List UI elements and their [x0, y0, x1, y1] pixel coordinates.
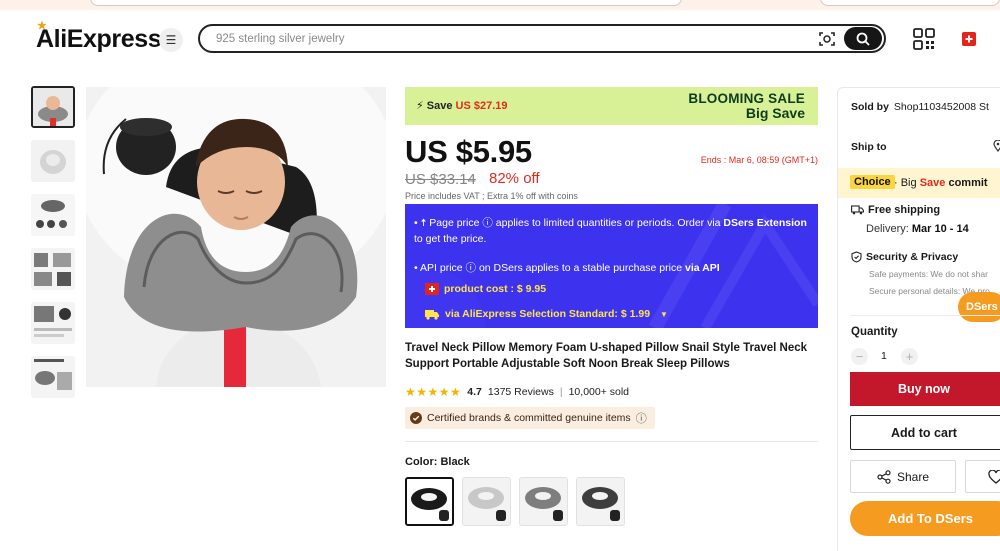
color-label: Color: Black [405, 456, 470, 468]
ship-to-label: Ship to [851, 141, 887, 153]
logo-star-icon: ★ [37, 20, 47, 32]
swatch-gray[interactable] [519, 477, 568, 526]
thumbnail[interactable] [31, 356, 75, 398]
add-to-dsers-button[interactable]: Add To DSers [850, 501, 1000, 536]
vat-note: Price includes VAT ; Extra 1% off with c… [405, 191, 578, 201]
promo-pill[interactable] [90, 0, 682, 6]
sold-by[interactable]: Sold by Shop1103452008 St [851, 101, 989, 113]
choice-banner[interactable]: Choice · Big Save commit [838, 168, 1000, 198]
truck-icon [851, 205, 864, 215]
divider [850, 315, 1000, 316]
thumbnail[interactable] [31, 140, 75, 182]
swatch-dark-gray[interactable] [576, 477, 625, 526]
verified-check-icon [410, 412, 422, 424]
add-to-cart-button[interactable]: Add to cart [850, 415, 1000, 450]
thumbnail[interactable] [31, 86, 75, 128]
thumbnail-list [31, 86, 77, 410]
rating-value: 4.7 [467, 386, 482, 398]
chevron-down-icon[interactable]: ▼ [660, 310, 668, 319]
quantity-decrease-button[interactable]: − [851, 348, 868, 365]
aliexpress-logo[interactable]: ★ AliExpress [36, 20, 162, 54]
swatch-light-gray[interactable] [462, 477, 511, 526]
product-title: Travel Neck Pillow Memory Foam U-shaped … [405, 342, 808, 370]
dsers-floating-button[interactable]: DSers [958, 292, 1000, 322]
top-promo-strip [0, 0, 1000, 10]
original-price: US $33.14 [405, 171, 476, 188]
buy-now-button[interactable]: Buy now [850, 372, 1000, 406]
shield-icon [851, 251, 862, 263]
thumbnail[interactable] [31, 248, 75, 290]
api-price-note: • API price ⓘ on DSers applies to a stab… [414, 262, 720, 274]
discount-percent: 82% off [489, 170, 540, 187]
security-privacy[interactable]: Security & Privacy [851, 251, 958, 263]
rating-row: ★★★★★ 4.7 1375 Reviews | 10,000+ sold [405, 385, 629, 399]
delivery-dates: Delivery: Mar 10 - 14 [866, 223, 969, 235]
info-icon[interactable]: ⓘ [636, 410, 647, 426]
heart-icon [988, 470, 1000, 484]
search-button[interactable] [844, 27, 882, 50]
current-price: US $5.95 [405, 134, 532, 169]
hamburger-icon[interactable]: ☰ [159, 28, 183, 52]
main-product-image[interactable] [86, 87, 386, 387]
separator: | [559, 386, 563, 398]
qr-code-icon[interactable] [913, 28, 935, 50]
wishlist-button[interactable] [965, 460, 1000, 493]
help-icon[interactable]: ⓘ [466, 262, 477, 274]
choice-text: · Big Save commit [894, 177, 988, 189]
share-icon [877, 469, 891, 484]
thumbnail[interactable] [31, 194, 75, 236]
location-pin-icon[interactable] [993, 140, 1000, 152]
free-shipping[interactable]: Free shipping [851, 204, 940, 216]
choice-badge: Choice [850, 175, 895, 189]
certified-badge[interactable]: Certified brands & committed genuine ite… [405, 407, 655, 429]
promo-pill-right[interactable] [820, 0, 1000, 6]
search-bar[interactable] [198, 24, 886, 53]
safe-payments-note: Safe payments: We do not shar [869, 269, 988, 279]
divider [405, 441, 818, 442]
swatch-black[interactable] [405, 477, 454, 526]
camera-scan-icon[interactable] [818, 30, 836, 48]
quantity-label: Quantity [851, 326, 898, 338]
quantity-increase-button[interactable]: + [901, 348, 918, 365]
dsers-price-box: • 🠅 Page price ⓘ applies to limited quan… [405, 204, 818, 328]
star-rating-icon: ★★★★★ [405, 385, 462, 399]
swiss-flag-icon[interactable] [962, 32, 976, 46]
share-button[interactable]: Share [850, 460, 956, 493]
blooming-sale-banner[interactable]: ⚡ Save US $27.19 BLOOMING SALE Big Save [405, 87, 818, 125]
reviews-link[interactable]: 1375 Reviews [488, 386, 554, 398]
save-label: ⚡ Save US $27.19 [416, 100, 508, 112]
truck-icon [425, 309, 439, 320]
selection-standard-price[interactable]: via AliExpress Selection Standard: $ 1.9… [425, 308, 668, 320]
thumbnail[interactable] [31, 302, 75, 344]
sold-count: 10,000+ sold [568, 386, 630, 398]
quantity-value[interactable]: 1 [881, 350, 887, 362]
sale-subtitle: Big Save [745, 105, 805, 121]
swiss-flag-icon [425, 283, 439, 295]
sale-title: BLOOMING SALE [688, 91, 805, 106]
product-cost: product cost : $ 9.95 [425, 283, 546, 295]
help-icon[interactable]: ⓘ [482, 217, 493, 229]
page-price-note: • 🠅 Page price ⓘ applies to limited quan… [414, 217, 807, 245]
search-icon [856, 32, 870, 46]
sale-ends-timer: Ends : Mar 6, 08:59 (GMT+1) [700, 155, 818, 165]
color-swatches [405, 477, 625, 526]
search-input[interactable] [216, 30, 796, 48]
